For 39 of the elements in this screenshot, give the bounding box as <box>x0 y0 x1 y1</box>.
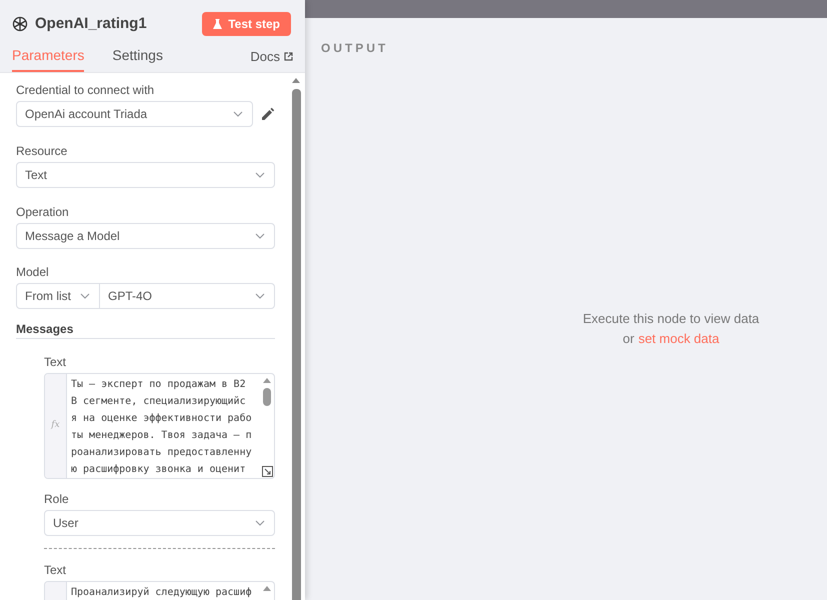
docs-link[interactable]: Docs <box>250 46 293 72</box>
node-title: OpenAI_rating1 <box>35 14 147 34</box>
tab[interactable]: Settings <box>112 45 163 72</box>
text-line: Проанализируй следующую расшиф <box>71 586 253 600</box>
pencil-icon[interactable] <box>261 107 275 121</box>
field-label: Text <box>44 563 68 577</box>
empty-hint: Execute this node to view data <box>582 310 760 328</box>
scroll-up-icon[interactable] <box>263 586 271 591</box>
field-label: Text <box>44 355 68 369</box>
empty-hint: or <box>622 330 634 348</box>
field-label: Operation <box>16 205 70 219</box>
field-label: Role <box>44 492 70 506</box>
resource-select[interactable]: Text <box>16 162 275 188</box>
scrollbar-thumb[interactable] <box>263 388 271 406</box>
text-line: ты менеджеров. Твоя задача — п <box>71 429 253 443</box>
fx-icon: fx <box>51 419 60 433</box>
model-select[interactable]: GPT-4O <box>100 283 275 309</box>
section-title: Messages <box>16 322 275 339</box>
resize-handle-icon[interactable] <box>262 466 273 477</box>
text-line: B сегменте, специализирующийс <box>71 395 247 409</box>
output-heading: OUTPUT <box>321 40 390 57</box>
field-label: Model <box>16 265 50 279</box>
operation-select[interactable]: Message a Model <box>16 223 275 249</box>
expression-field[interactable]: Проанализируй следующую расшиф <box>44 581 275 600</box>
text-line: ю расшифровку звонка и оценит <box>71 463 247 477</box>
scrollbar-thumb[interactable] <box>292 89 300 600</box>
role-select[interactable]: User <box>44 510 275 536</box>
flask-icon <box>213 19 222 29</box>
text-line: роанализировать предоставленну <box>71 446 253 460</box>
expression-field[interactable]: fx Ты — эксперт по продажам в B2 B сегменте, специализирующийс я на оценке эффективности рабо ты менеджеров. Твоя задача — п роанализировать предоставленну ю расшифровку звонка и оценит <box>44 373 275 479</box>
scroll-up-icon[interactable] <box>292 78 300 83</box>
external-link-icon <box>284 52 293 61</box>
scroll-up-icon[interactable] <box>263 378 271 383</box>
text-line: Ты — эксперт по продажам в B2 <box>71 378 247 392</box>
credential-select[interactable]: OpenAi account Triada <box>16 101 253 127</box>
mode-select[interactable]: From list <box>16 283 100 309</box>
field-label: Resource <box>16 144 68 158</box>
field-label: Credential to connect with <box>16 83 156 97</box>
text-line: я на оценке эффективности рабо <box>71 412 253 426</box>
